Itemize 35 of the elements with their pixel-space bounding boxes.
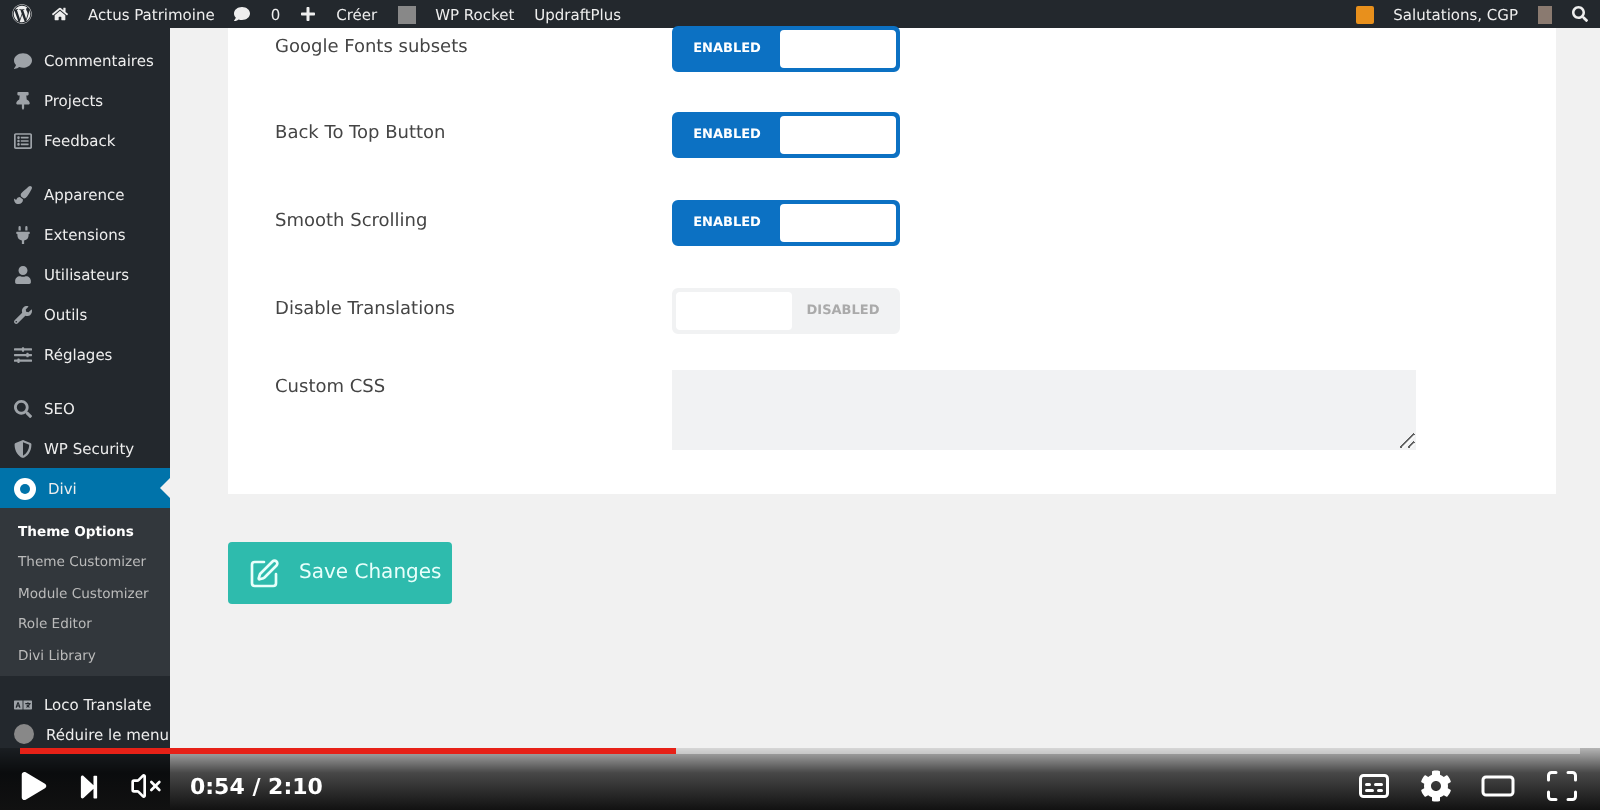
brush-icon <box>14 185 32 203</box>
user-icon <box>14 265 32 283</box>
comment-icon <box>14 51 32 69</box>
next-icon[interactable] <box>76 773 102 799</box>
wrench-icon <box>14 305 32 323</box>
collapse-icon[interactable] <box>14 724 34 744</box>
mute-icon[interactable] <box>130 770 162 802</box>
captions-icon[interactable] <box>1356 768 1392 804</box>
settings-icon[interactable] <box>1420 770 1452 802</box>
setting-label: Google Fonts subsets <box>275 38 470 58</box>
plus-icon[interactable] <box>300 6 317 22</box>
notification-icon[interactable] <box>1355 5 1374 23</box>
circle-logo-icon <box>14 477 36 499</box>
search-icon[interactable] <box>1572 6 1588 22</box>
plugin-icon[interactable] <box>397 5 416 23</box>
shield-icon <box>14 439 32 457</box>
setting-label: Back To Top Button <box>275 124 448 144</box>
fullscreen-icon[interactable] <box>1544 768 1580 804</box>
comment-icon[interactable] <box>234 6 251 22</box>
sliders-icon <box>14 345 32 363</box>
pin-icon <box>14 91 32 109</box>
play-icon[interactable] <box>20 772 48 800</box>
translate-icon <box>14 695 32 713</box>
home-icon[interactable] <box>52 6 68 22</box>
plug-icon <box>14 225 32 243</box>
edit-icon <box>247 557 280 589</box>
search-icon <box>14 399 32 417</box>
time-display: 0:54 / 2:10 <box>190 773 323 799</box>
form-icon <box>14 131 32 149</box>
wordpress-logo-icon[interactable] <box>12 4 32 24</box>
progress-bar[interactable] <box>20 748 1580 754</box>
setting-label: Smooth Scrolling <box>275 212 430 232</box>
setting-label: Custom CSS <box>275 378 388 398</box>
avatar-icon[interactable] <box>1538 5 1552 23</box>
setting-label: Disable Translations <box>275 300 457 320</box>
